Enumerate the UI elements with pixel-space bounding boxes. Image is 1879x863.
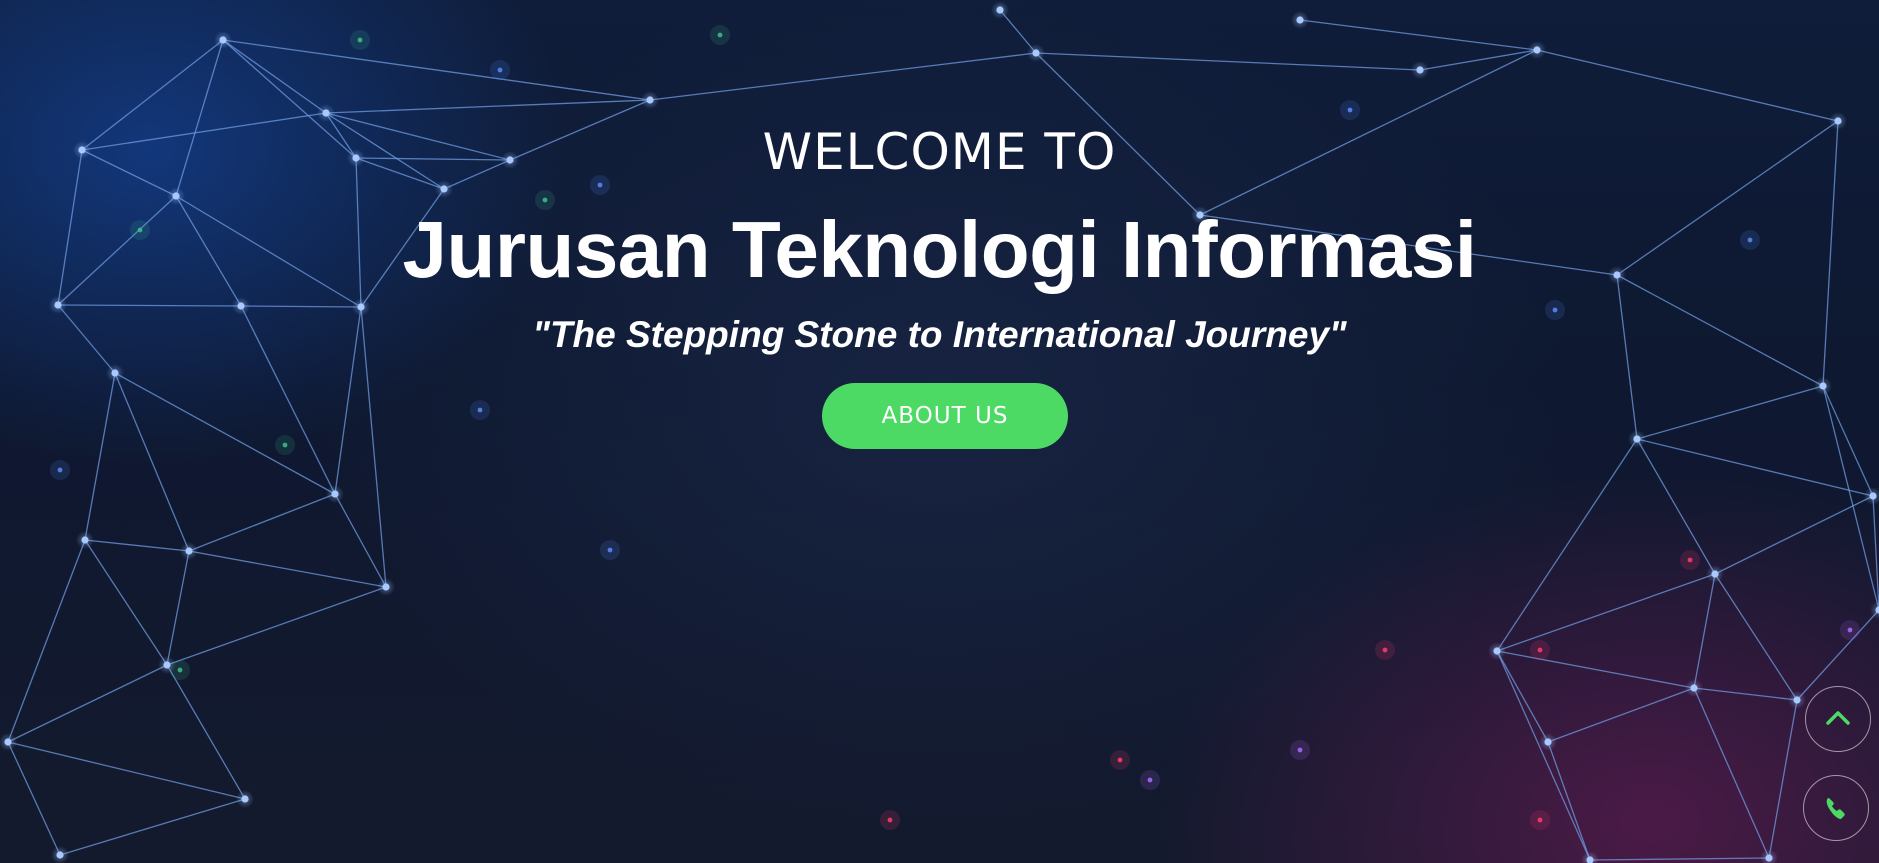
chevron-up-icon [1826, 711, 1850, 725]
hero-content: WELCOME TO Jurusan Teknologi Informasi "… [0, 0, 1879, 863]
about-us-button[interactable]: ABOUT US [822, 383, 1068, 449]
hero-section: WELCOME TO Jurusan Teknologi Informasi "… [0, 0, 1879, 863]
scroll-to-top-button[interactable] [1805, 686, 1871, 752]
tagline: "The Stepping Stone to International Jou… [532, 314, 1347, 355]
page-title: Jurusan Teknologi Informasi [402, 205, 1477, 294]
welcome-heading: WELCOME TO [762, 123, 1117, 181]
call-button[interactable] [1803, 775, 1869, 841]
phone-icon [1826, 798, 1845, 819]
